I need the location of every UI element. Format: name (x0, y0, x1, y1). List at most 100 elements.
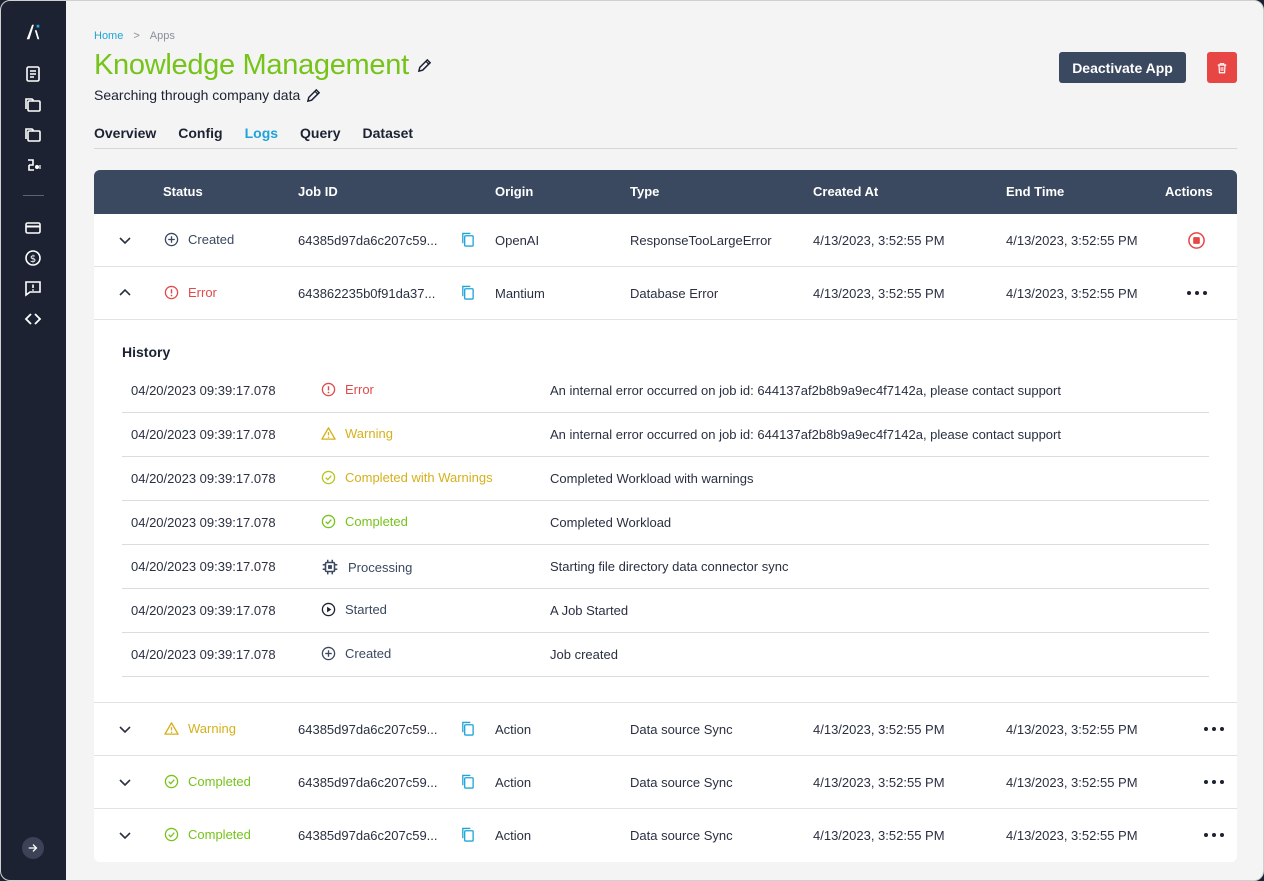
delete-app-button[interactable] (1207, 52, 1237, 83)
header-status[interactable]: Status (163, 184, 203, 199)
sidebar-divider (23, 195, 44, 196)
history-date: 04/20/2023 09:39:17.078 (131, 559, 276, 574)
tab-logs[interactable]: Logs (245, 125, 278, 148)
warning-triangle-icon (164, 722, 179, 735)
table-row[interactable]: Completed 64385d97da6c207c59... Action D… (94, 809, 1237, 862)
type: Data source Sync (630, 828, 733, 843)
end-time: 4/13/2023, 3:52:55 PM (1006, 775, 1138, 790)
edit-subtitle-pencil-icon[interactable] (306, 88, 321, 103)
header-end-time[interactable]: End Time (1006, 184, 1064, 199)
table-row[interactable]: Error 643862235b0f91da37... Mantium Data… (94, 267, 1237, 320)
processor-chip-icon (322, 559, 338, 575)
created-at: 4/13/2023, 3:52:55 PM (813, 233, 945, 248)
table-row[interactable]: Created 64385d97da6c207c59... OpenAI Res… (94, 214, 1237, 267)
history-status-label: Completed (345, 514, 408, 529)
type: Data source Sync (630, 775, 733, 790)
tab-query[interactable]: Query (300, 125, 340, 148)
origin: OpenAI (495, 233, 540, 248)
header-type[interactable]: Type (630, 184, 659, 199)
history-message: Job created (550, 647, 618, 662)
table-row[interactable]: Warning 64385d97da6c207c59... Action Dat… (94, 703, 1237, 756)
deactivate-app-button[interactable]: Deactivate App (1059, 52, 1186, 83)
tab-bar: Overview Config Logs Query Dataset (94, 125, 1237, 149)
history-message: Starting file directory data connector s… (550, 559, 789, 574)
history-row: 04/20/2023 09:39:17.078 Started A Job St… (122, 589, 1209, 633)
created-at: 4/13/2023, 3:52:55 PM (813, 828, 945, 843)
page-title: Knowledge Management (94, 49, 409, 81)
billing-dollar-icon[interactable]: $ (21, 246, 45, 270)
expand-sidebar-icon[interactable] (22, 837, 44, 859)
table-row[interactable]: Completed 64385d97da6c207c59... Action D… (94, 756, 1237, 809)
more-options-icon[interactable] (1203, 722, 1225, 736)
error-circle-icon (321, 382, 336, 397)
status-label: Completed (188, 827, 251, 842)
check-circle-icon (321, 470, 336, 485)
header-created-at[interactable]: Created At (813, 184, 878, 199)
history-message: Completed Workload with warnings (550, 471, 754, 486)
job-id: 64385d97da6c207c59... (298, 722, 438, 737)
edit-title-pencil-icon[interactable] (417, 58, 432, 73)
plus-circle-icon (164, 232, 179, 247)
header-job-id[interactable]: Job ID (298, 184, 338, 199)
chevron-down-icon[interactable] (118, 775, 132, 789)
history-message: An internal error occurred on job id: 64… (550, 427, 1061, 442)
copy-icon[interactable] (460, 721, 475, 736)
more-options-icon[interactable] (1186, 286, 1208, 300)
trash-icon (1217, 62, 1227, 73)
header-actions: Actions (1165, 184, 1213, 199)
history-row: 04/20/2023 09:39:17.078 Processing Start… (122, 545, 1209, 589)
chevron-up-icon[interactable] (118, 286, 132, 300)
datasets-icon[interactable] (21, 123, 45, 147)
history-panel: History 04/20/2023 09:39:17.078 Error An… (94, 320, 1237, 703)
job-id: 64385d97da6c207c59... (298, 775, 438, 790)
tab-config[interactable]: Config (178, 125, 222, 148)
breadcrumb: Home > Apps (94, 30, 175, 42)
credit-card-icon[interactable] (21, 216, 45, 240)
copy-icon[interactable] (460, 232, 475, 247)
logo-icon[interactable] (21, 20, 45, 44)
history-title: History (122, 344, 171, 360)
history-status-label: Created (345, 646, 392, 661)
more-options-icon[interactable] (1203, 828, 1225, 842)
history-row: 04/20/2023 09:39:17.078 Warning An inter… (122, 413, 1209, 457)
tab-overview[interactable]: Overview (94, 125, 156, 148)
status-label: Created (188, 232, 235, 247)
document-icon[interactable] (21, 62, 45, 86)
history-date: 04/20/2023 09:39:17.078 (131, 471, 276, 486)
main-content: Home > Apps Knowledge Management Searchi… (66, 1, 1263, 880)
history-message: An internal error occurred on job id: 64… (550, 383, 1061, 398)
breadcrumb-home[interactable]: Home (94, 30, 123, 42)
code-icon[interactable] (21, 307, 45, 331)
page-subtitle: Searching through company data (94, 87, 301, 103)
chevron-down-icon[interactable] (118, 722, 132, 736)
end-time: 4/13/2023, 3:52:55 PM (1006, 722, 1138, 737)
type: Database Error (630, 286, 719, 301)
tab-dataset[interactable]: Dataset (363, 125, 414, 148)
history-status: Started (321, 602, 387, 617)
type: ResponseTooLargeError (630, 233, 772, 248)
chevron-down-icon[interactable] (118, 828, 132, 842)
copy-icon[interactable] (460, 774, 475, 789)
folders-icon[interactable] (21, 93, 45, 117)
status-label: Warning (188, 721, 236, 736)
history-status: Error (321, 382, 374, 397)
origin: Action (495, 775, 532, 790)
history-status: Processing (321, 558, 412, 576)
end-time: 4/13/2023, 3:52:55 PM (1006, 286, 1138, 301)
header-origin[interactable]: Origin (495, 184, 533, 199)
status-badge: Created (164, 232, 234, 247)
chevron-down-icon[interactable] (118, 233, 132, 247)
origin: Mantium (495, 286, 545, 301)
history-status: Completed with Warnings (321, 470, 493, 485)
feedback-icon[interactable] (21, 276, 45, 300)
history-message: Completed Workload (550, 515, 672, 530)
origin: Action (495, 722, 532, 737)
more-options-icon[interactable] (1203, 775, 1225, 789)
breadcrumb-separator: > (133, 30, 140, 42)
copy-icon[interactable] (460, 285, 475, 300)
copy-icon[interactable] (460, 827, 475, 842)
created-at: 4/13/2023, 3:52:55 PM (813, 286, 945, 301)
stop-icon[interactable] (1187, 231, 1206, 250)
end-time: 4/13/2023, 3:52:55 PM (1006, 828, 1138, 843)
plug-icon[interactable] (21, 153, 45, 177)
